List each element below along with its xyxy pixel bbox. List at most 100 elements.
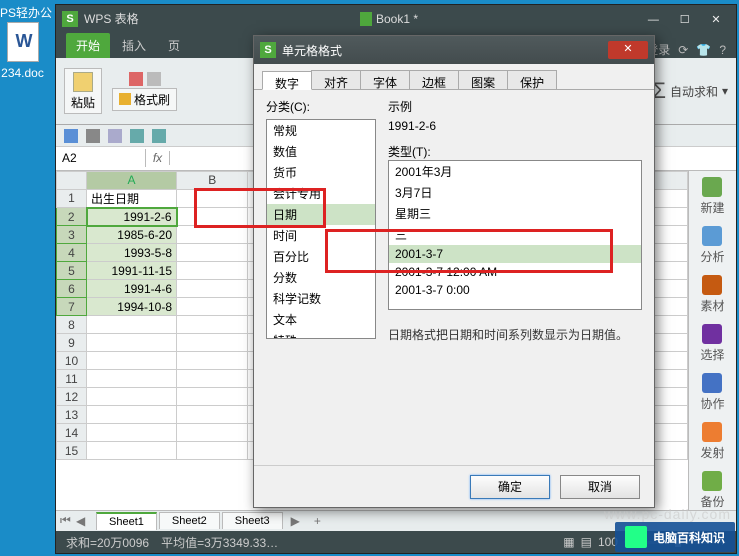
sheet-tab-3[interactable]: Sheet3 [222, 512, 283, 529]
view-normal-icon[interactable]: ▦ [563, 535, 574, 549]
autosum-label[interactable]: 自动求和 [670, 83, 718, 100]
dialog-tab-border[interactable]: 边框 [409, 70, 459, 89]
side-new[interactable]: 新建 [700, 177, 724, 216]
cell[interactable] [87, 406, 177, 424]
category-item[interactable]: 常规 [267, 120, 375, 141]
print-icon[interactable] [86, 129, 100, 143]
sheet-nav-first[interactable]: ⏮ [60, 513, 71, 528]
side-analyze[interactable]: 分析 [700, 226, 724, 265]
row-header[interactable]: 7 [57, 298, 87, 316]
side-select[interactable]: 选择 [700, 324, 724, 363]
dropdown-caret-icon[interactable]: ▾ [722, 84, 728, 98]
dialog-tab-number[interactable]: 数字 [262, 71, 312, 90]
window-minimize-button[interactable]: — [639, 14, 667, 26]
type-list[interactable]: 2001年3月 3月7日 星期三 三 2001-3-7 2001-3-7 12:… [388, 160, 642, 310]
cell[interactable]: 1991-11-15 [87, 262, 177, 280]
cell[interactable]: 1994-10-8 [87, 298, 177, 316]
category-list[interactable]: 常规 数值 货币 会计专用 日期 时间 百分比 分数 科学记数 文本 特殊 自定… [266, 119, 376, 339]
category-item[interactable]: 分数 [267, 267, 375, 288]
type-item[interactable]: 2001年3月 [389, 161, 641, 182]
row-header[interactable]: 5 [57, 262, 87, 280]
window-maximize-button[interactable]: ☐ [671, 13, 699, 26]
sheet-add[interactable]: + [308, 514, 327, 528]
category-item[interactable]: 时间 [267, 225, 375, 246]
row-header[interactable]: 1 [57, 189, 87, 208]
cell[interactable]: 1993-5-8 [87, 244, 177, 262]
row-header[interactable]: 11 [57, 370, 87, 388]
type-item[interactable]: 2001-3-7 0:00 [389, 281, 641, 299]
row-header[interactable]: 8 [57, 316, 87, 334]
view-page-icon[interactable]: ▤ [581, 535, 592, 549]
sync-icon[interactable]: ⟳ [678, 43, 688, 57]
fx-icon[interactable] [146, 151, 170, 165]
row-header[interactable]: 3 [57, 226, 87, 244]
cell[interactable] [87, 352, 177, 370]
type-item[interactable]: 三 [389, 224, 641, 245]
window-close-button[interactable]: ✕ [702, 13, 730, 26]
category-item[interactable]: 特殊 [267, 330, 375, 339]
type-item[interactable]: 星期三 [389, 203, 641, 224]
cell[interactable] [87, 424, 177, 442]
cell[interactable]: 1991-2-6 [87, 208, 177, 226]
type-item[interactable]: 3月7日 [389, 182, 641, 203]
print-preview-icon[interactable] [108, 129, 122, 143]
cell[interactable] [87, 442, 177, 460]
dialog-tab-pattern[interactable]: 图案 [458, 70, 508, 89]
ribbon-tab-page[interactable]: 页 [158, 33, 190, 58]
save-icon[interactable] [64, 129, 78, 143]
cell[interactable] [87, 388, 177, 406]
row-header[interactable]: 14 [57, 424, 87, 442]
row-header[interactable]: 9 [57, 334, 87, 352]
sheet-nav-next[interactable]: ▶ [285, 514, 306, 528]
dialog-tab-font[interactable]: 字体 [360, 70, 410, 89]
ribbon-tab-start[interactable]: 开始 [66, 33, 110, 58]
category-item[interactable]: 会计专用 [267, 183, 375, 204]
row-header[interactable]: 4 [57, 244, 87, 262]
category-item[interactable]: 货币 [267, 162, 375, 183]
col-header-A[interactable]: A [87, 171, 177, 189]
copy-icon[interactable] [147, 72, 161, 86]
select-all-corner[interactable] [57, 171, 87, 189]
format-painter-button[interactable]: 格式刷 [112, 88, 177, 111]
ok-button[interactable]: 确定 [470, 475, 550, 499]
desktop-file-icon[interactable]: 234.doc [0, 22, 45, 80]
cell[interactable] [87, 370, 177, 388]
dialog-tab-protect[interactable]: 保护 [507, 70, 557, 89]
cancel-button[interactable]: 取消 [560, 475, 640, 499]
side-launch[interactable]: 发射 [700, 422, 724, 461]
side-collab[interactable]: 协作 [700, 373, 724, 412]
row-header[interactable]: 10 [57, 352, 87, 370]
category-item[interactable]: 数值 [267, 141, 375, 162]
type-item[interactable]: 2001-3-7 12:00 AM [389, 263, 641, 281]
row-header[interactable]: 12 [57, 388, 87, 406]
dialog-titlebar[interactable]: S 单元格格式 ✕ [254, 36, 654, 64]
cell[interactable] [87, 334, 177, 352]
cell[interactable] [87, 316, 177, 334]
dialog-close-button[interactable]: ✕ [608, 41, 648, 59]
sheet-tab-2[interactable]: Sheet2 [159, 512, 220, 529]
help-icon[interactable]: ? [719, 43, 726, 57]
category-item[interactable]: 文本 [267, 309, 375, 330]
row-header[interactable]: 6 [57, 280, 87, 298]
row-header[interactable]: 2 [57, 208, 87, 226]
category-item[interactable]: 百分比 [267, 246, 375, 267]
category-item-selected[interactable]: 日期 [267, 204, 375, 225]
row-header[interactable]: 15 [57, 442, 87, 460]
ribbon-tab-insert[interactable]: 插入 [112, 33, 156, 58]
undo-icon[interactable] [130, 129, 144, 143]
cut-icon[interactable] [129, 72, 143, 86]
sheet-tab-1[interactable]: Sheet1 [96, 512, 157, 530]
dialog-tab-align[interactable]: 对齐 [311, 70, 361, 89]
side-resource[interactable]: 素材 [700, 275, 724, 314]
side-backup[interactable]: 备份 [700, 471, 724, 510]
cell[interactable]: 1985-6-20 [87, 226, 177, 244]
row-header[interactable]: 13 [57, 406, 87, 424]
col-header-B[interactable]: B [177, 171, 248, 189]
cell[interactable]: 1991-4-6 [87, 280, 177, 298]
name-box[interactable]: A2 [56, 149, 146, 167]
type-item-selected[interactable]: 2001-3-7 [389, 245, 641, 263]
redo-icon[interactable] [152, 129, 166, 143]
cell[interactable]: 出生日期 [87, 189, 177, 208]
category-item[interactable]: 科学记数 [267, 288, 375, 309]
sheet-nav-prev[interactable]: ◀ [76, 514, 85, 528]
